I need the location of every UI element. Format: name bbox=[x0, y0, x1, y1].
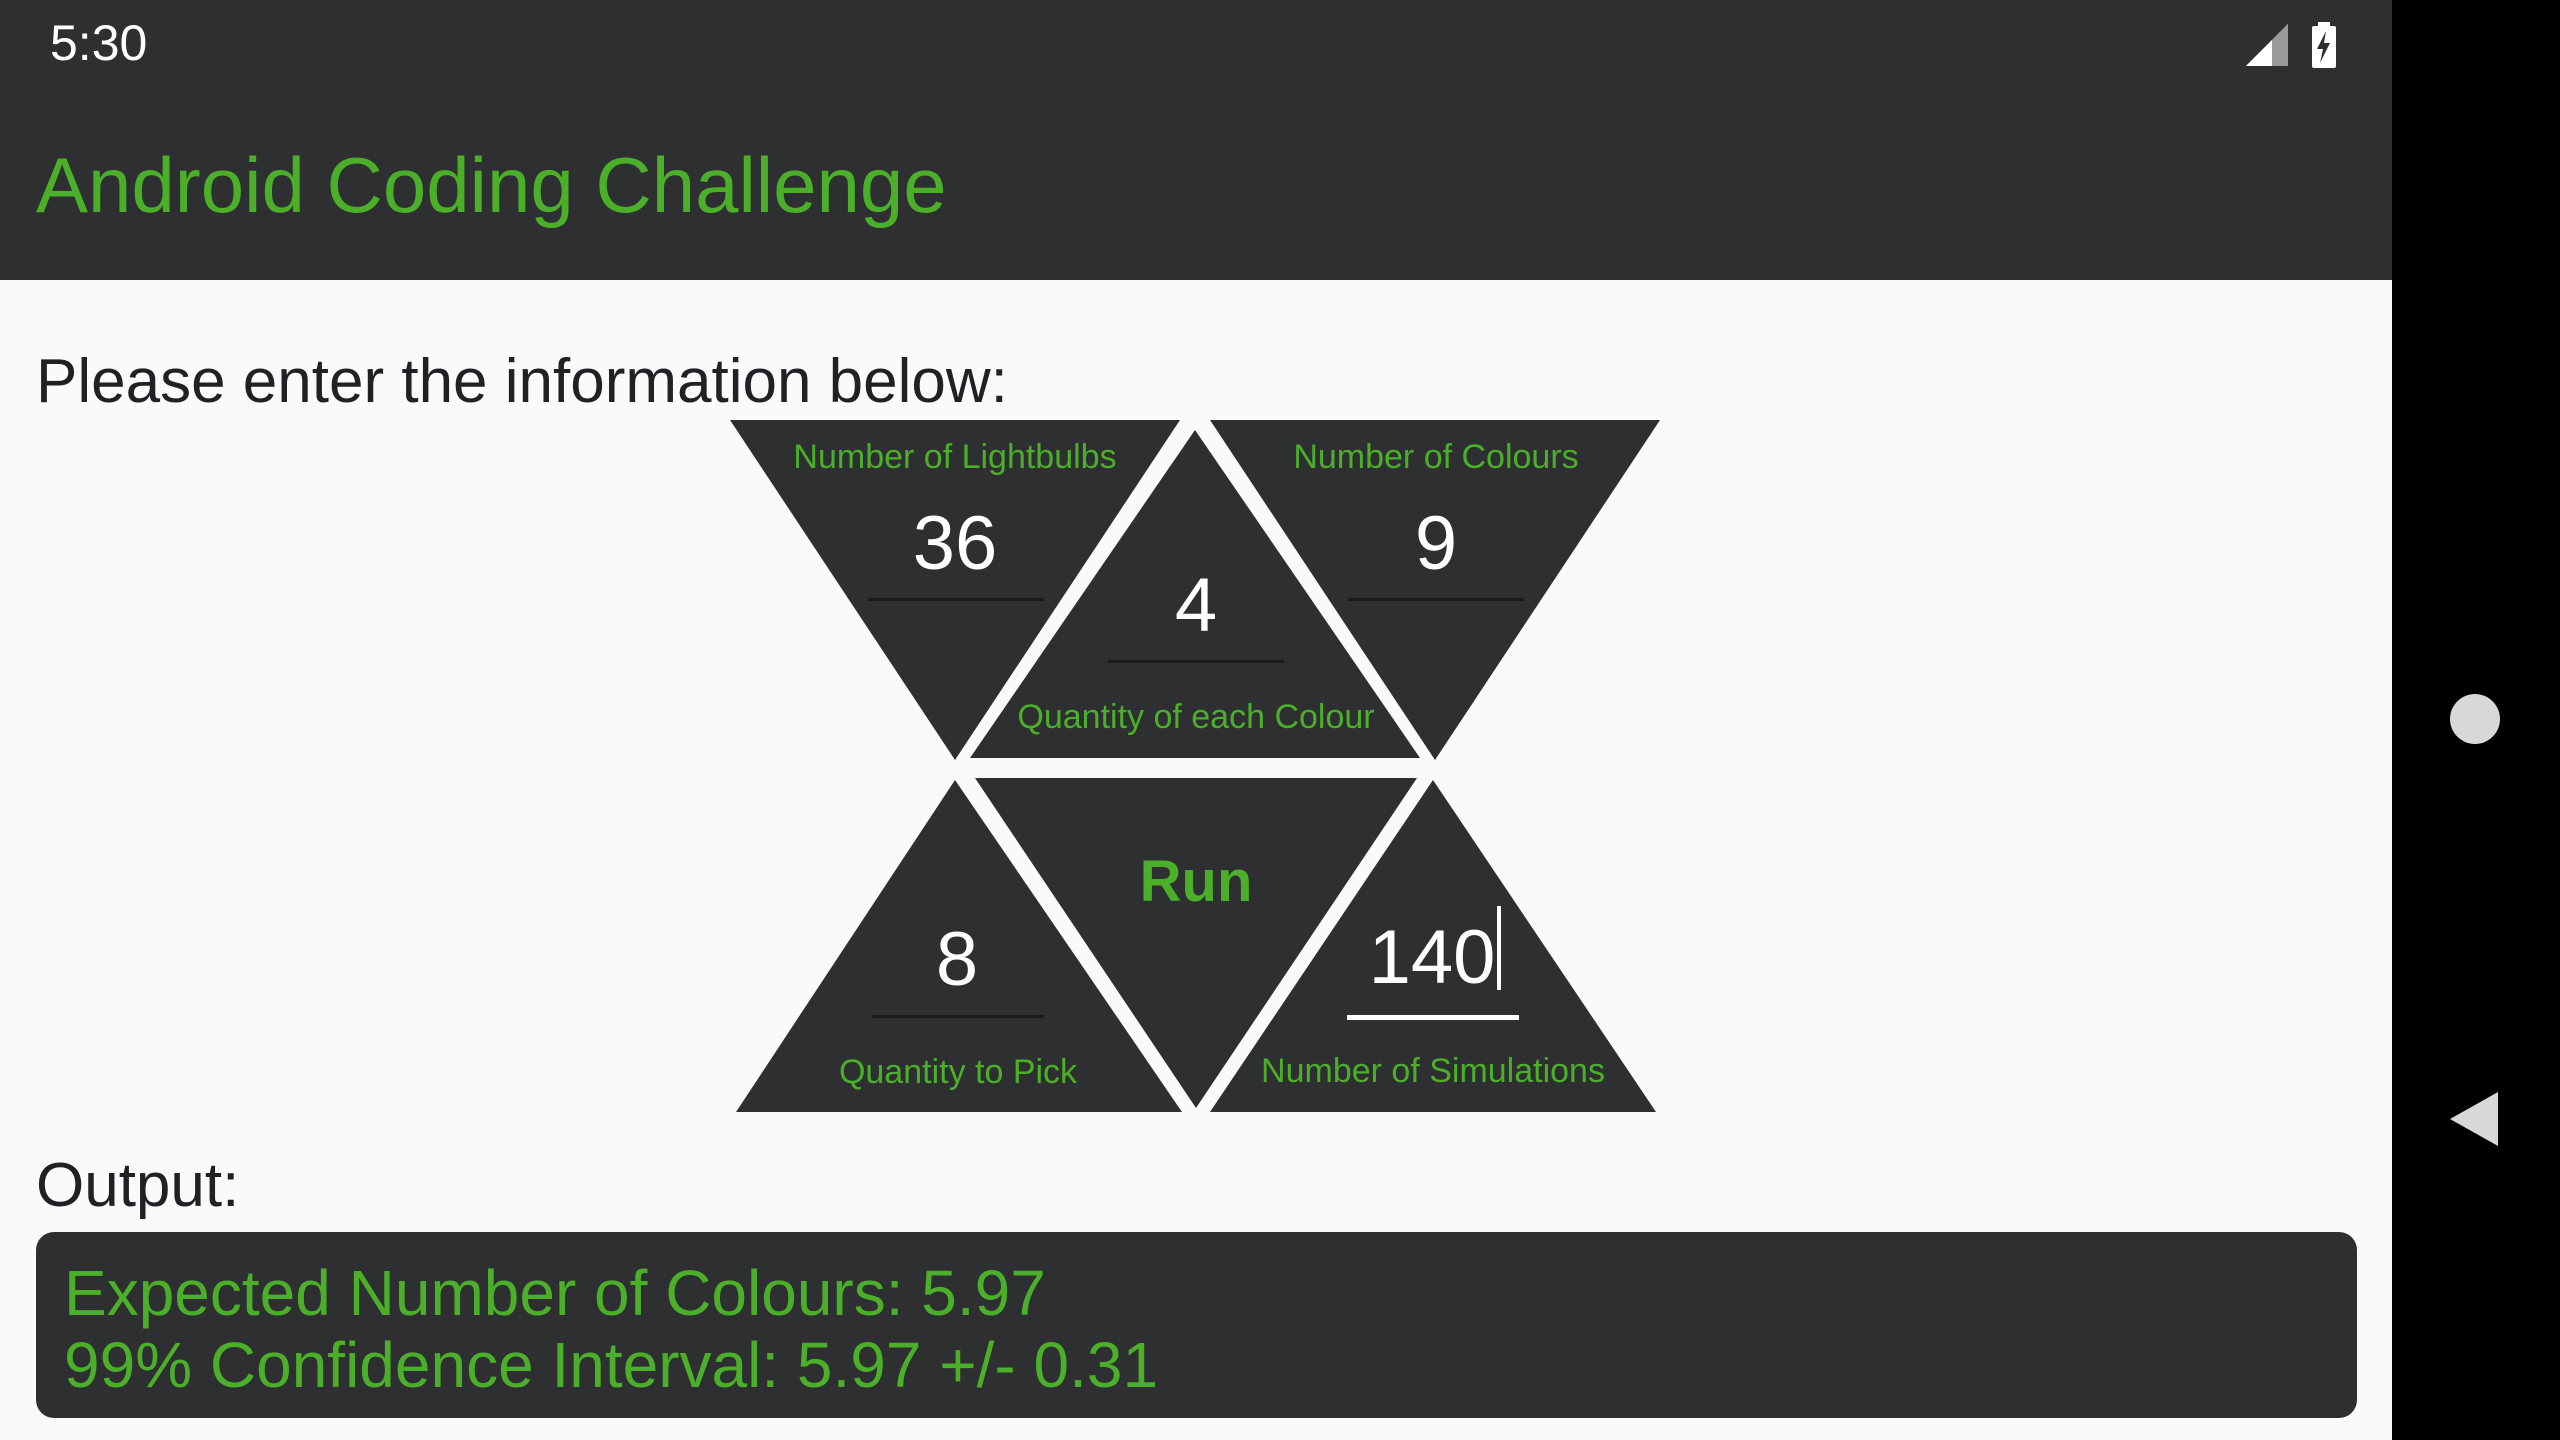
colours-underline bbox=[1348, 598, 1524, 601]
pick-underline bbox=[872, 1015, 1044, 1018]
output-label: Output: bbox=[36, 1151, 240, 1220]
pick-input[interactable]: 8 bbox=[936, 916, 978, 1003]
text-cursor bbox=[1497, 906, 1501, 990]
simulations-underline bbox=[1347, 1015, 1519, 1020]
navigation-bar bbox=[2392, 0, 2560, 1440]
lightbulbs-input[interactable]: 36 bbox=[913, 500, 998, 587]
quantity-each-input[interactable]: 4 bbox=[1175, 562, 1217, 649]
app-screen: 5:30 Android Coding Challenge Please ent… bbox=[0, 0, 2392, 1440]
expected-colours-text: Expected Number of Colours: 5.97 bbox=[64, 1257, 1046, 1329]
lightbulbs-underline bbox=[868, 598, 1044, 601]
confidence-interval-text: 99% Confidence Interval: 5.97 +/- 0.31 bbox=[64, 1329, 1159, 1401]
colours-label: Number of Colours bbox=[1293, 438, 1579, 476]
pick-label: Quantity to Pick bbox=[838, 1053, 1078, 1091]
home-icon[interactable] bbox=[2450, 694, 2500, 744]
lightbulbs-label: Number of Lightbulbs bbox=[793, 438, 1117, 476]
colours-input[interactable]: 9 bbox=[1415, 500, 1457, 587]
back-icon[interactable] bbox=[2444, 1088, 2504, 1150]
output-panel: Expected Number of Colours: 5.97 99% Con… bbox=[36, 1232, 2357, 1418]
quantity-each-label: Quantity of each Colour bbox=[1017, 698, 1375, 736]
simulations-input[interactable]: 140 bbox=[1369, 914, 1496, 1001]
quantity-each-underline bbox=[1108, 660, 1284, 663]
run-button[interactable]: Run bbox=[1140, 848, 1253, 915]
simulations-label: Number of Simulations bbox=[1261, 1052, 1605, 1090]
